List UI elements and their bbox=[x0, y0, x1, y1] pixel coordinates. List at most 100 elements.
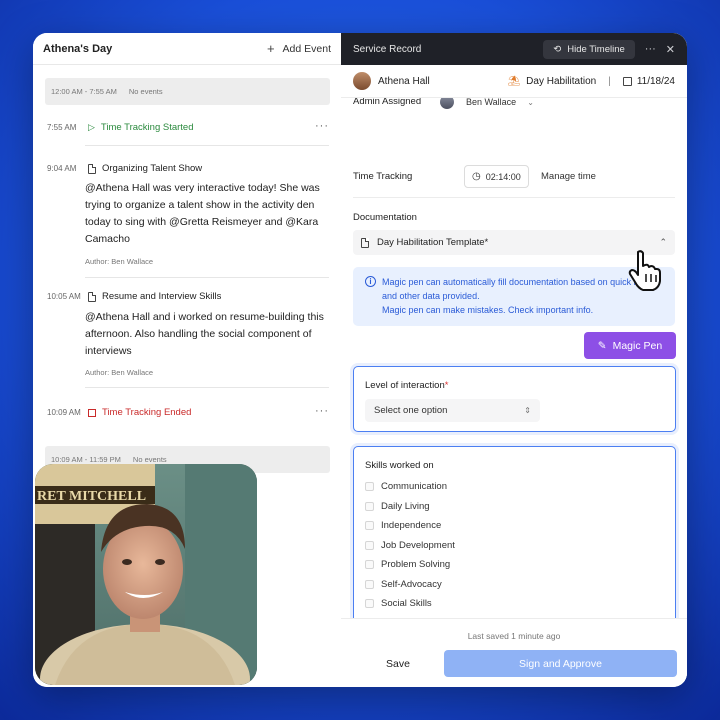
checkbox[interactable] bbox=[365, 540, 374, 550]
event-author: Author: Ben Wallace bbox=[85, 368, 154, 377]
admin-assigned-select[interactable]: Ben Wallace ⌄ bbox=[433, 98, 541, 112]
skill-label: Job Development bbox=[381, 539, 455, 551]
more-options-icon[interactable]: ··· bbox=[645, 43, 656, 55]
record-date[interactable]: 11/18/24 bbox=[622, 75, 675, 87]
sign-and-approve-button[interactable]: Sign and Approve bbox=[444, 650, 677, 677]
more-options-icon[interactable]: ··· bbox=[315, 120, 329, 132]
event-title[interactable]: Organizing Talent Show bbox=[88, 163, 202, 174]
skill-checkbox-row[interactable]: Self-Advocacy bbox=[365, 579, 442, 590]
hide-timeline-button[interactable]: ⟲ Hide Timeline bbox=[543, 39, 635, 59]
event-note: @Athena Hall was very interactive today!… bbox=[85, 182, 320, 245]
event-time: 9:04 AM bbox=[47, 164, 77, 173]
skills-label: Skills worked on bbox=[365, 460, 434, 471]
client-name[interactable]: Athena Hall bbox=[378, 76, 430, 87]
record-form-scroll[interactable]: Admin Assigned Ben Wallace ⌄ Time Tracki… bbox=[341, 98, 687, 618]
level-select[interactable]: Select one option ⇕ bbox=[365, 399, 540, 422]
close-icon[interactable]: ✕ bbox=[666, 43, 675, 56]
chevron-up-icon: ⌃ bbox=[659, 237, 667, 247]
document-icon bbox=[361, 237, 369, 248]
magic-pen-info-box: i Magic pen can automatically fill docum… bbox=[353, 267, 675, 326]
info-icon: i bbox=[365, 276, 376, 287]
magic-pen-label: Magic Pen bbox=[612, 339, 663, 352]
info-text-1: Magic pen can automatically fill documen… bbox=[382, 277, 656, 301]
event-title-ended[interactable]: Time Tracking Ended bbox=[88, 407, 191, 418]
skill-label: Daily Living bbox=[381, 500, 430, 512]
checkbox[interactable] bbox=[365, 501, 374, 511]
checkbox[interactable] bbox=[365, 579, 374, 589]
event-title-started[interactable]: ▷ Time Tracking Started bbox=[88, 122, 194, 133]
skill-label: Independence bbox=[381, 520, 442, 531]
skill-checkbox-row[interactable]: Daily Living bbox=[365, 501, 430, 512]
add-event-button[interactable]: + Add Event bbox=[267, 41, 331, 56]
updown-icon: ⇕ bbox=[524, 406, 531, 415]
skill-checkbox-row[interactable]: Independence bbox=[365, 520, 441, 531]
skill-label: Self-Advocacy bbox=[381, 578, 442, 590]
timeline-panel: Athena's Day + Add Event 12:00 AM - 7:55… bbox=[33, 33, 341, 687]
checkbox[interactable] bbox=[365, 560, 374, 569]
service-type: ⛱ Day Habilitation bbox=[507, 76, 596, 87]
chevron-down-icon: ⌄ bbox=[527, 98, 534, 107]
divider bbox=[85, 387, 329, 388]
panel-title: Service Record bbox=[353, 43, 422, 55]
form-footer: Last saved 1 minute ago Save Sign and Ap… bbox=[341, 618, 687, 687]
skill-checkbox-row[interactable]: Communication bbox=[365, 481, 447, 492]
skill-label: Social Skills bbox=[381, 598, 432, 609]
event-title-text: Resume and Interview Skills bbox=[102, 291, 222, 302]
event-note: @Athena Hall and i worked on resume-buil… bbox=[85, 311, 324, 357]
event-title[interactable]: Resume and Interview Skills bbox=[88, 291, 221, 302]
admin-name: Ben Wallace bbox=[466, 98, 517, 107]
skill-label: Problem Solving bbox=[381, 559, 451, 570]
time-tracking-label: Time Tracking bbox=[353, 171, 413, 182]
record-date-label: 11/18/24 bbox=[636, 75, 675, 87]
level-placeholder: Select one option bbox=[374, 405, 448, 416]
last-saved-text: Last saved 1 minute ago bbox=[467, 631, 561, 641]
checkbox[interactable] bbox=[365, 599, 374, 608]
play-icon: ▷ bbox=[88, 122, 95, 132]
skill-checkbox-row[interactable]: Job Development bbox=[365, 540, 455, 551]
time-tracking-value: 02:14:00 bbox=[485, 171, 521, 182]
event-title-text: Time Tracking Started bbox=[100, 122, 194, 133]
record-summary-bar: Athena Hall ⛱ Day Habilitation | 11/18/2… bbox=[341, 65, 687, 98]
admin-avatar bbox=[440, 98, 454, 109]
hand-pointer-icon bbox=[628, 250, 661, 291]
no-events-block: 12:00 AM - 7:55 AM No events bbox=[45, 78, 330, 105]
divider bbox=[353, 197, 675, 198]
calendar-icon bbox=[622, 76, 632, 86]
service-type-icon: ⛱ bbox=[507, 75, 521, 87]
timeline-header: Athena's Day + Add Event bbox=[33, 33, 341, 65]
divider bbox=[85, 277, 329, 278]
event-title-text: Time Tracking Ended bbox=[102, 407, 192, 418]
no-events-range: 10:09 AM - 11:59 PM bbox=[51, 455, 121, 464]
manage-time-button[interactable]: Manage time bbox=[534, 165, 603, 188]
no-events-range: 12:00 AM - 7:55 AM bbox=[51, 87, 117, 96]
required-marker: * bbox=[444, 380, 449, 391]
magic-pen-button[interactable]: ✎ Magic Pen bbox=[584, 332, 676, 359]
document-icon bbox=[88, 291, 96, 302]
client-avatar bbox=[353, 72, 371, 90]
skill-checkbox-row[interactable]: Problem Solving bbox=[365, 559, 450, 570]
save-button[interactable]: Save bbox=[353, 650, 443, 677]
time-tracking-timer[interactable]: ◷ 02:14:00 bbox=[464, 165, 529, 188]
checkbox[interactable] bbox=[365, 482, 374, 491]
magic-wand-icon: ✎ bbox=[597, 339, 607, 352]
add-event-label: Add Event bbox=[282, 42, 331, 55]
history-icon: ⟲ bbox=[553, 43, 562, 55]
documentation-label: Documentation bbox=[353, 212, 417, 223]
checkbox[interactable] bbox=[365, 521, 374, 530]
template-accordion[interactable]: Day Habilitation Template* ⌃ bbox=[353, 230, 675, 255]
level-label-text: Level of interaction bbox=[365, 380, 445, 391]
skill-checkbox-row[interactable]: Social Skills bbox=[365, 598, 432, 609]
event-time: 10:09 AM bbox=[47, 408, 81, 417]
stop-icon bbox=[88, 408, 96, 417]
clock-icon: ◷ bbox=[472, 171, 481, 182]
service-type-label: Day Habilitation bbox=[526, 75, 597, 87]
level-label: Level of interaction* bbox=[365, 380, 448, 391]
divider bbox=[85, 145, 329, 146]
level-of-interaction-card: Level of interaction* Select one option … bbox=[353, 366, 676, 432]
service-record-header: Service Record ⟲ Hide Timeline ··· ✕ bbox=[341, 33, 687, 65]
webcam-video: RET MITCHELL bbox=[35, 464, 257, 685]
plus-icon: + bbox=[266, 41, 275, 56]
more-options-icon[interactable]: ··· bbox=[315, 405, 329, 417]
hide-timeline-label: Hide Timeline bbox=[567, 43, 625, 55]
info-text-2: Magic pen can make mistakes. Check impor… bbox=[382, 305, 594, 315]
